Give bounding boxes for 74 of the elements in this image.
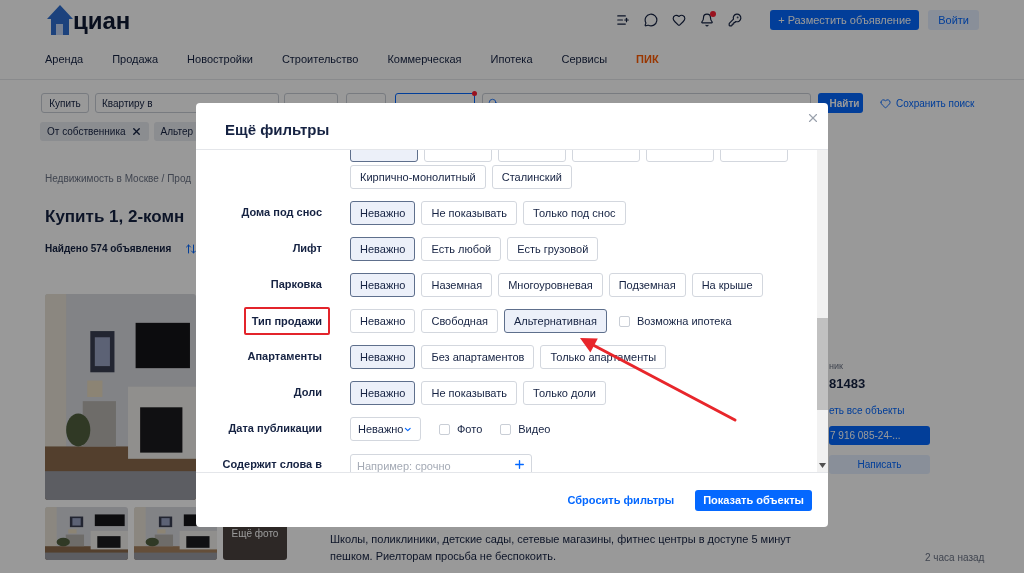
list-icon[interactable] xyxy=(616,13,631,27)
option-button[interactable]: Неважно xyxy=(350,273,416,297)
time-label: 2 часа назад xyxy=(925,551,985,565)
option-button[interactable]: Неважно xyxy=(350,309,416,333)
scroll-down-icon[interactable] xyxy=(819,463,826,468)
listing-description: Школы, поликлиники, детские сады, сетевые магазины, фитнес центры в доступе 5 минут пешком. Риелторам просьба не беспокоить. xyxy=(330,532,792,564)
show-objects-button[interactable]: Показать объекты xyxy=(695,489,812,511)
nav-link[interactable]: Ипотека xyxy=(490,51,533,68)
option-button[interactable]: Подземная xyxy=(608,273,686,297)
checkbox[interactable] xyxy=(618,315,630,327)
nav-link[interactable]: Новостройки xyxy=(187,51,253,68)
option-button[interactable]: Кирпично-монолитный xyxy=(350,165,486,189)
scrollbar[interactable] xyxy=(817,150,828,472)
option-button[interactable]: Только под снос xyxy=(523,201,626,225)
option-button[interactable]: Неважно xyxy=(350,201,416,225)
nav-link[interactable]: Строительство xyxy=(281,51,359,68)
option-button[interactable]: Неважно xyxy=(350,345,416,369)
found-count: Найдено 574 объявления xyxy=(45,242,172,256)
checkbox-label: Видео xyxy=(518,421,551,437)
house-logo-icon xyxy=(45,3,75,37)
breadcrumb: Недвижимость в Москве / Прод xyxy=(45,172,192,186)
chat-icon[interactable] xyxy=(644,13,659,27)
checkbox-label: Возможна ипотека xyxy=(636,313,732,329)
heart-icon[interactable] xyxy=(672,13,687,27)
heart-icon xyxy=(880,97,891,109)
close-icon[interactable] xyxy=(806,111,820,125)
nav-link[interactable]: Продажа xyxy=(112,51,159,68)
option-button[interactable]: Альтернативная xyxy=(504,309,607,333)
row-label: Доли xyxy=(293,385,322,399)
row-label: Дома под снос xyxy=(241,205,322,219)
date-select[interactable]: Неважно xyxy=(350,417,421,441)
remove-icon[interactable] xyxy=(130,126,142,137)
row-label: Парковка xyxy=(270,277,322,291)
nav-link[interactable]: Коммерческая xyxy=(387,51,462,68)
option-button[interactable]: Сталинский xyxy=(491,165,572,189)
phone-button[interactable]: 7 916 085-24-... xyxy=(829,426,930,445)
option-button[interactable]: Многоуровневая xyxy=(498,273,603,297)
logo-text: циан xyxy=(73,9,131,33)
words-input[interactable]: Например: срочно xyxy=(350,454,532,472)
nav-link[interactable]: Сервисы xyxy=(561,51,608,68)
seller-id: 81483 xyxy=(829,374,867,393)
checkbox-label: Фото xyxy=(457,421,483,437)
option-button[interactable]: Есть грузовой xyxy=(507,237,599,261)
deal-button[interactable]: Купить xyxy=(41,93,89,113)
option-button[interactable]: Свободная xyxy=(421,309,498,333)
option-button[interactable]: Без апартаментов xyxy=(421,345,535,369)
plus-icon[interactable] xyxy=(513,458,526,471)
page-title: Купить 1, 2-комн xyxy=(45,206,185,228)
option-button[interactable]: Не показывать xyxy=(421,201,517,225)
all-objects-link[interactable]: еть все объекты xyxy=(829,403,979,418)
seller-role: ник xyxy=(829,360,844,373)
row-label: Содержит слова в xyxy=(222,457,322,471)
option-button[interactable]: На крыше xyxy=(691,273,763,297)
bell-icon[interactable] xyxy=(700,13,715,27)
sort-icon[interactable] xyxy=(185,242,198,255)
save-search-link[interactable]: Сохранить поиск xyxy=(896,95,975,111)
row-label: Лифт xyxy=(292,241,322,255)
filter-chip[interactable]: От собственника xyxy=(40,122,149,141)
option-button[interactable]: Неважно xyxy=(350,381,416,405)
row-label: Дата публикации xyxy=(228,421,322,435)
option-button[interactable]: Наземная xyxy=(421,273,493,297)
option-button[interactable]: Неважно xyxy=(350,237,416,261)
dialog-title: Ещё фильтры xyxy=(225,119,330,140)
option-button[interactable]: Только доли xyxy=(523,381,606,405)
checkbox[interactable] xyxy=(439,423,450,435)
option-button[interactable]: Не показывать xyxy=(421,381,517,405)
row-label: Тип продажи xyxy=(251,314,322,328)
option-button[interactable]: Есть любой xyxy=(421,237,502,261)
key-icon[interactable] xyxy=(728,13,743,27)
row-label: Апартаменты xyxy=(247,349,322,363)
checkbox[interactable] xyxy=(500,423,512,435)
post-ad-button[interactable]: + Разместить объявление xyxy=(770,10,920,30)
reset-filters-link[interactable]: Сбросить фильтры xyxy=(567,491,675,509)
nav-link[interactable]: Аренда xyxy=(45,51,84,68)
